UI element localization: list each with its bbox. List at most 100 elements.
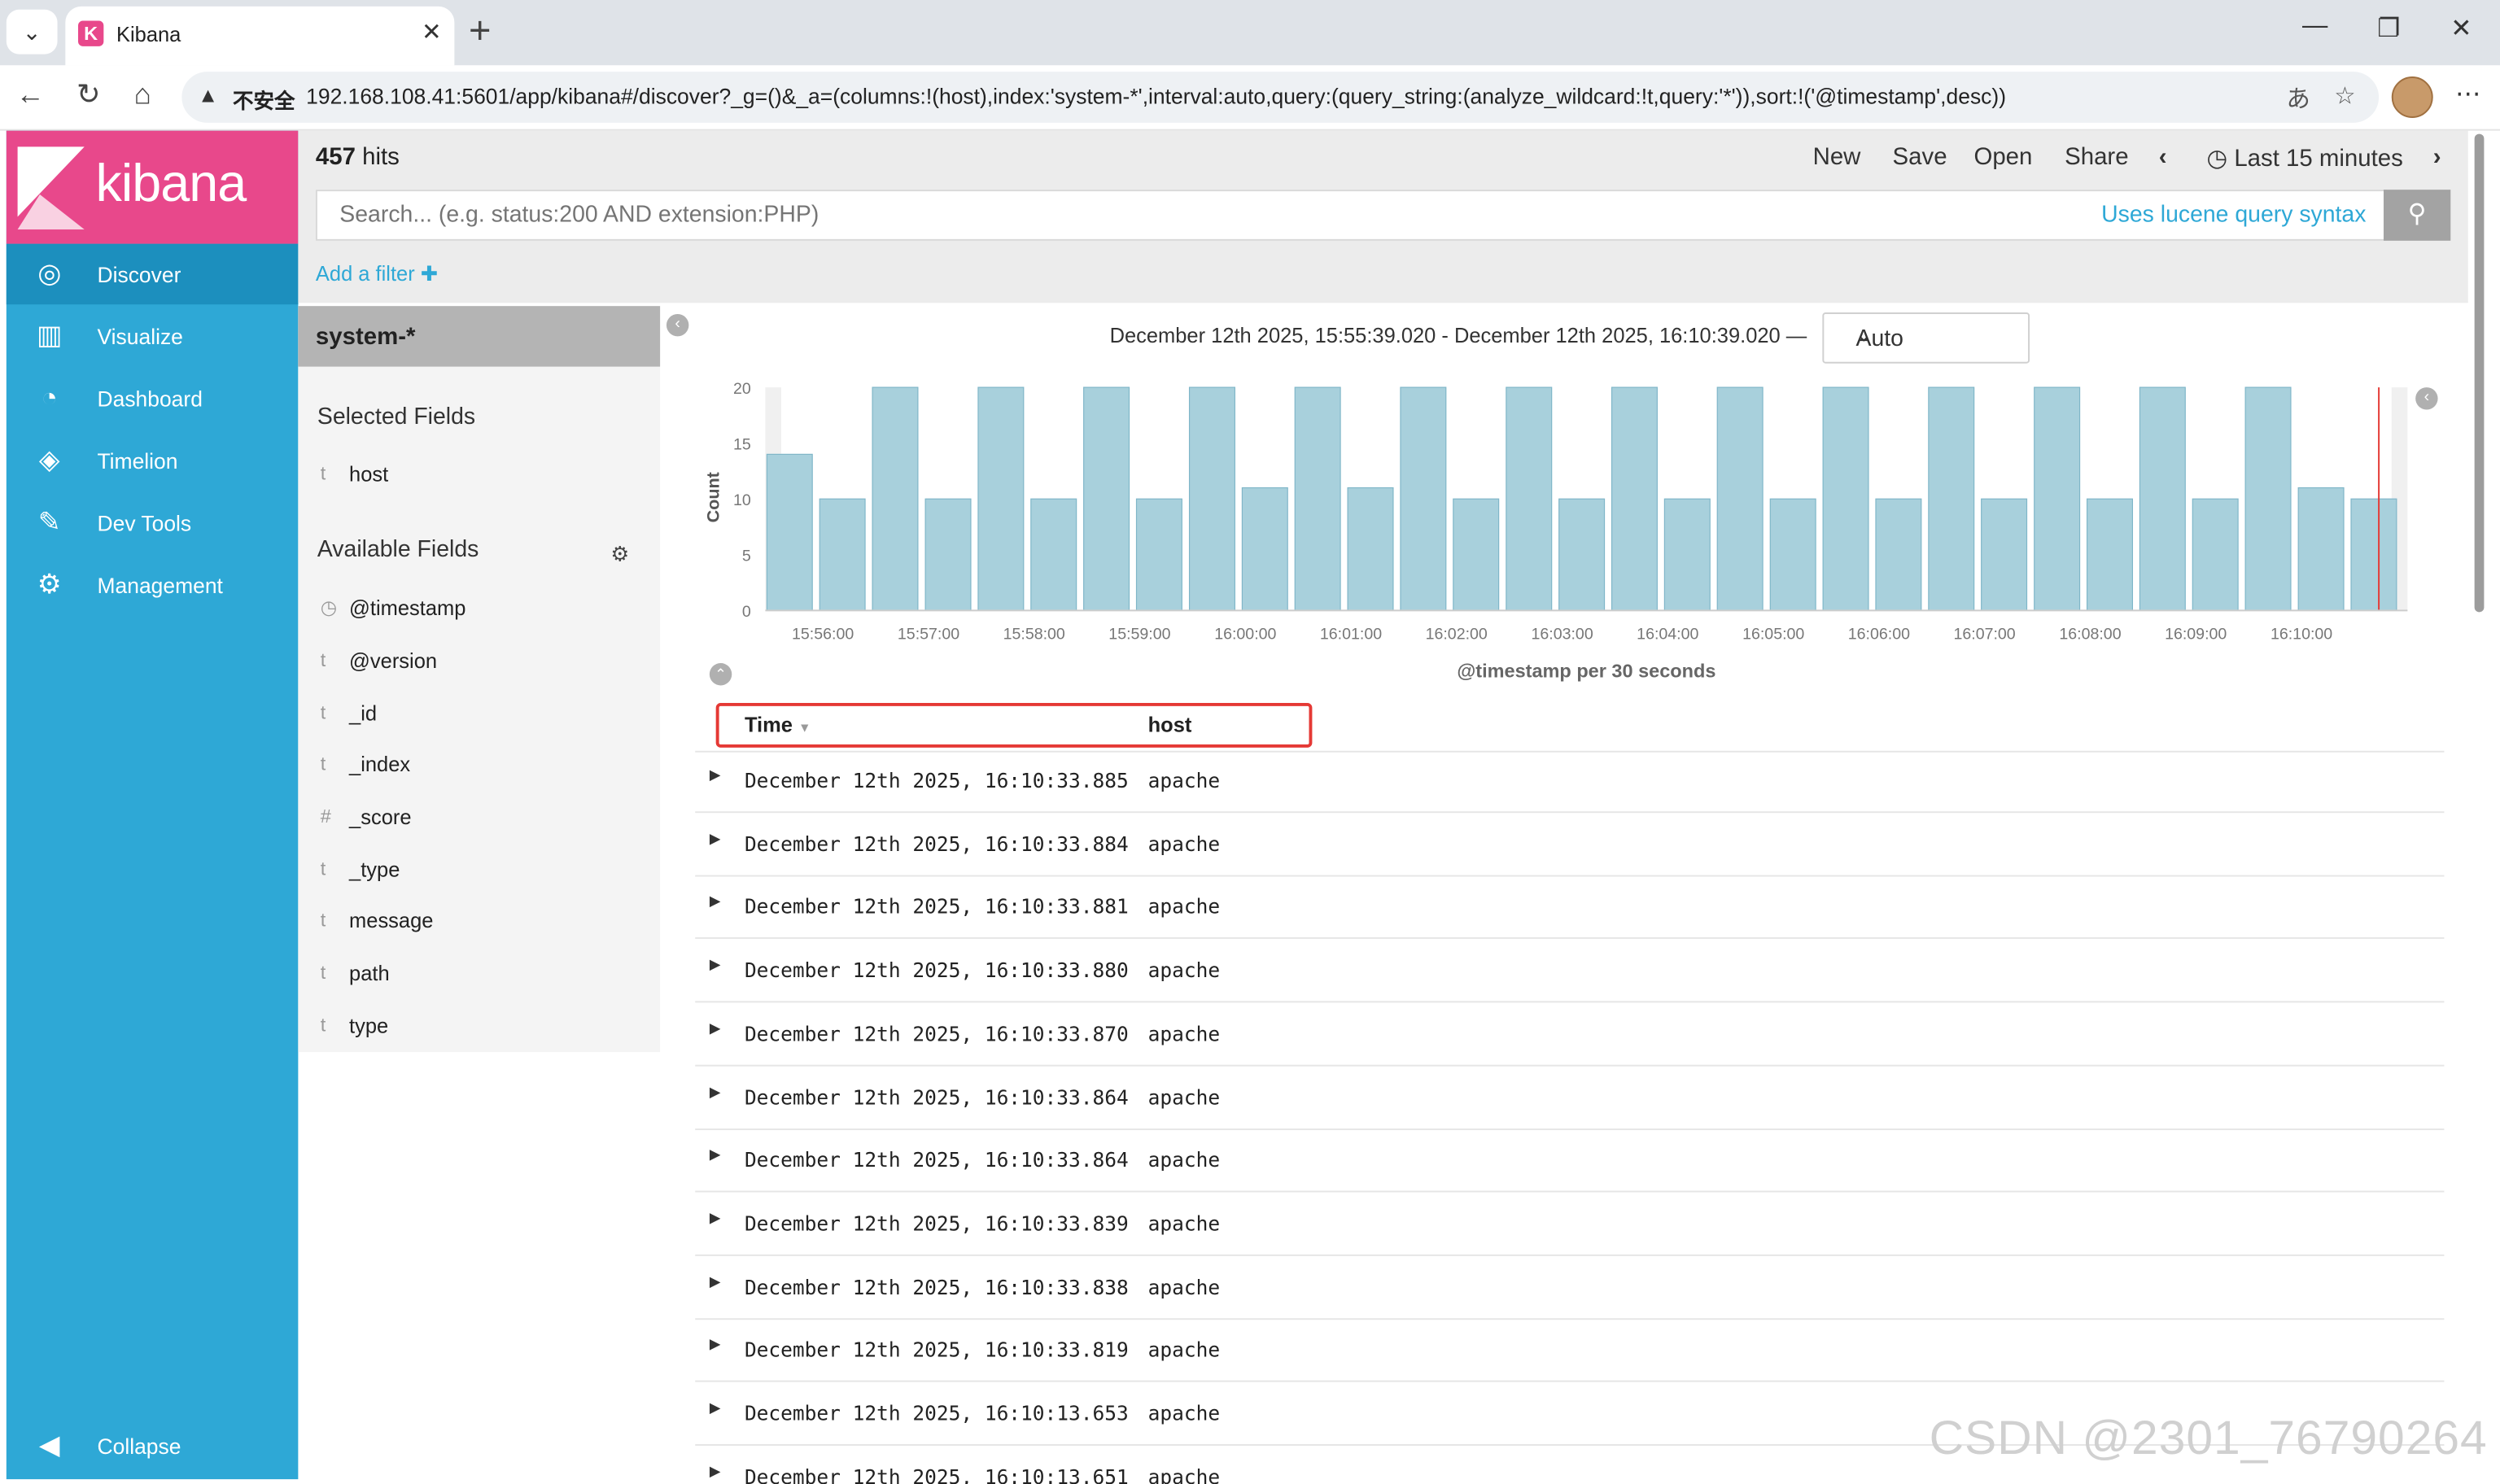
available-field[interactable]: t path xyxy=(298,955,660,993)
save-button[interactable]: Save xyxy=(1893,143,1947,170)
url-text[interactable]: 192.168.108.41:5601/app/kibana#/discover… xyxy=(306,85,2006,108)
search-input[interactable] xyxy=(336,200,1778,230)
expand-row-icon[interactable]: ▶ xyxy=(710,958,721,975)
toggle-chart-icon[interactable]: ⌃ xyxy=(709,663,732,686)
table-row[interactable]: ▶ December 12th 2025, 16:10:33.839 apache xyxy=(695,1192,2445,1256)
histogram-bar[interactable] xyxy=(1453,498,1500,611)
index-pattern-selector[interactable]: system-* xyxy=(298,306,661,367)
table-row[interactable]: ▶ December 12th 2025, 16:10:33.819 apache xyxy=(695,1319,2445,1383)
expand-row-icon[interactable]: ▶ xyxy=(710,1021,721,1037)
histogram-bar[interactable] xyxy=(819,498,866,611)
share-button[interactable]: Share xyxy=(2065,143,2128,170)
nav-timelion[interactable]: ◈ Timelion xyxy=(7,430,299,491)
home-icon[interactable]: ⌂ xyxy=(134,78,151,111)
scrollbar-thumb[interactable] xyxy=(2474,133,2485,613)
available-field[interactable]: ◷ @timestamp xyxy=(298,590,660,628)
histogram-chart[interactable]: Count 05101520 15:56:00 15:57:00 15:58:00 1… xyxy=(685,367,2463,701)
available-field[interactable]: # _score xyxy=(298,799,660,837)
new-tab-icon[interactable]: + xyxy=(469,10,491,55)
table-row[interactable]: ▶ December 12th 2025, 16:10:33.838 apache xyxy=(695,1255,2445,1320)
histogram-bar[interactable] xyxy=(1030,498,1077,611)
histogram-bar[interactable] xyxy=(1611,386,1658,611)
expand-row-icon[interactable]: ▶ xyxy=(710,768,721,784)
expand-row-icon[interactable]: ▶ xyxy=(710,1211,721,1228)
available-field[interactable]: t @version xyxy=(298,643,660,681)
histogram-bar[interactable] xyxy=(1506,386,1553,611)
security-label[interactable]: 不安全 xyxy=(233,85,295,115)
histogram-bar[interactable] xyxy=(2086,498,2133,611)
time-picker[interactable]: ◷ Last 15 minutes xyxy=(2207,143,2403,172)
table-row[interactable]: ▶ December 12th 2025, 16:10:33.880 apache xyxy=(695,939,2445,1003)
expand-row-icon[interactable]: ▶ xyxy=(710,1148,721,1164)
window-close-icon[interactable]: ✕ xyxy=(2450,13,2472,45)
profile-avatar[interactable] xyxy=(2391,76,2433,118)
nav-visualize[interactable]: ▥ Visualize xyxy=(7,306,299,366)
table-row[interactable]: ▶ December 12th 2025, 16:10:33.881 apache xyxy=(695,875,2445,940)
restore-icon[interactable]: ❐ xyxy=(2377,13,2400,45)
reload-icon[interactable]: ↻ xyxy=(76,78,101,111)
histogram-bar[interactable] xyxy=(1347,487,1394,611)
histogram-bar[interactable] xyxy=(1188,386,1235,611)
browser-menu-icon[interactable]: ⋯ xyxy=(2455,78,2480,110)
table-row[interactable]: ▶ December 12th 2025, 16:10:33.864 apache xyxy=(695,1128,2445,1193)
close-tab-icon[interactable]: ✕ xyxy=(422,18,442,46)
nav-collapse[interactable]: ◀ Collapse xyxy=(7,1416,299,1476)
time-prev-icon[interactable]: ‹ xyxy=(2159,143,2167,170)
histogram-bar[interactable] xyxy=(1294,386,1341,611)
open-button[interactable]: Open xyxy=(1973,143,2032,170)
nav-discover[interactable]: ◎ Discover xyxy=(6,243,299,305)
expand-row-icon[interactable]: ▶ xyxy=(710,1464,721,1481)
histogram-bar[interactable] xyxy=(1716,386,1764,611)
table-row[interactable]: ▶ December 12th 2025, 16:10:33.864 apache xyxy=(695,1066,2445,1130)
time-next-icon[interactable]: › xyxy=(2433,143,2441,170)
nav-dashboard[interactable]: ◔ Dashboard xyxy=(7,369,299,429)
minimize-icon[interactable]: — xyxy=(2302,13,2327,41)
field-settings-gear-icon[interactable]: ⚙ xyxy=(610,542,629,567)
sort-desc-icon[interactable]: ▼ xyxy=(798,721,811,735)
table-row[interactable]: ▶ December 12th 2025, 16:10:33.870 apache xyxy=(695,1002,2445,1067)
table-row[interactable]: ▶ December 12th 2025, 16:10:33.884 apache xyxy=(695,813,2445,876)
tab-search-chevron-icon[interactable]: ⌄ xyxy=(6,9,58,55)
histogram-bar[interactable] xyxy=(977,386,1025,611)
nav-dev-tools[interactable]: ✎ Dev Tools xyxy=(7,492,299,552)
column-header-host[interactable]: host xyxy=(1148,713,1192,736)
histogram-bar[interactable] xyxy=(1083,386,1130,611)
expand-row-icon[interactable]: ▶ xyxy=(710,1085,721,1101)
histogram-bar[interactable] xyxy=(1981,498,2028,611)
warning-icon[interactable]: ▲ xyxy=(198,83,218,107)
back-icon[interactable]: ← xyxy=(16,78,45,111)
histogram-bar[interactable] xyxy=(1558,498,1606,611)
expand-row-icon[interactable]: ▶ xyxy=(710,831,721,848)
histogram-bar[interactable] xyxy=(766,453,813,611)
histogram-bar[interactable] xyxy=(924,498,972,611)
histogram-bar[interactable] xyxy=(872,386,919,611)
interval-select[interactable]: Auto ⌄ xyxy=(1822,312,2030,364)
histogram-bar[interactable] xyxy=(2350,498,2397,611)
translate-icon[interactable]: あ xyxy=(2286,81,2310,115)
histogram-bar[interactable] xyxy=(2297,487,2345,611)
kibana-logo[interactable]: kibana xyxy=(6,130,299,244)
histogram-bar[interactable] xyxy=(1663,498,1711,611)
available-field[interactable]: t _type xyxy=(298,851,660,889)
bookmark-star-icon[interactable]: ☆ xyxy=(2334,81,2355,110)
available-field[interactable]: t message xyxy=(298,902,660,941)
available-field[interactable]: t _index xyxy=(298,746,660,784)
histogram-bar[interactable] xyxy=(1822,386,1869,611)
address-bar[interactable]: ▲ 不安全 192.168.108.41:5601/app/kibana#/di… xyxy=(181,72,2380,123)
column-header-time[interactable]: Time ▼ xyxy=(745,713,811,736)
lucene-syntax-link[interactable]: Uses lucene query syntax xyxy=(2101,203,2366,228)
histogram-bar[interactable] xyxy=(2244,386,2292,611)
histogram-bar[interactable] xyxy=(2139,386,2186,611)
selected-field[interactable]: t host xyxy=(298,456,660,494)
collapse-sidebar-icon[interactable]: ‹ xyxy=(666,313,689,337)
expand-row-icon[interactable]: ▶ xyxy=(710,895,721,911)
histogram-bar[interactable] xyxy=(1400,386,1447,611)
histogram-bar[interactable] xyxy=(2192,498,2239,611)
histogram-bar[interactable] xyxy=(1875,498,1922,611)
nav-management[interactable]: ⚙ Management xyxy=(7,555,299,615)
add-filter-link[interactable]: Add a filter ✚ xyxy=(316,261,438,286)
browser-tab[interactable]: K Kibana ✕ xyxy=(65,6,455,66)
expand-row-icon[interactable]: ▶ xyxy=(710,1401,721,1417)
page-scrollbar[interactable] xyxy=(2472,133,2488,613)
histogram-bar[interactable] xyxy=(1241,487,1288,611)
